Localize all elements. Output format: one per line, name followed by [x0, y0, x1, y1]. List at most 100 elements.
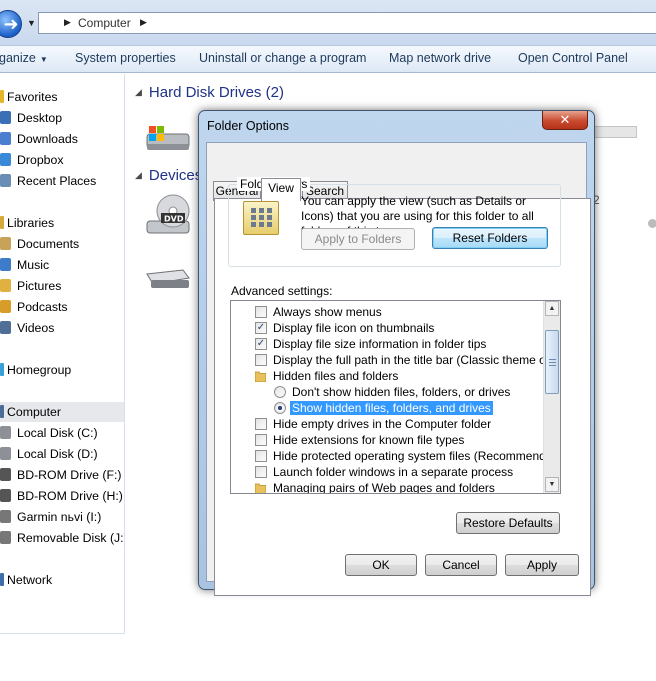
- close-icon: ✕: [559, 112, 571, 127]
- computer-icon: [0, 405, 4, 418]
- removable-drive-icon[interactable]: [143, 266, 193, 292]
- settings-row[interactable]: Don't show hidden files, folders, or dri…: [231, 384, 541, 400]
- collapse-triangle-icon[interactable]: ◢: [135, 170, 142, 180]
- sidebar-item-music[interactable]: Music: [0, 255, 124, 275]
- sidebar-item-garmin-n-vi-i[interactable]: Garmin nьvi (I:): [0, 507, 124, 527]
- address-input[interactable]: ▶ Computer ▶: [38, 12, 656, 34]
- settings-row[interactable]: Hide empty drives in the Computer folder: [231, 416, 541, 432]
- removable-drive-icon: [0, 510, 11, 523]
- partial-device-icon: [648, 219, 656, 228]
- libraries-icon: [0, 216, 4, 229]
- setting-label: Don't show hidden files, folders, or dri…: [292, 385, 511, 399]
- scroll-up-icon[interactable]: ▲: [545, 301, 559, 316]
- sidebar-item-videos[interactable]: Videos: [0, 318, 124, 338]
- dvd-drive-icon[interactable]: DVD: [143, 193, 195, 239]
- settings-row[interactable]: Launch folder windows in a separate proc…: [231, 464, 541, 480]
- setting-label: Launch folder windows in a separate proc…: [273, 465, 514, 479]
- settings-row[interactable]: Show hidden files, folders, and drives: [231, 400, 541, 416]
- folder-icon: [254, 370, 267, 383]
- sidebar-item-desktop[interactable]: Desktop: [0, 108, 124, 128]
- grip-line: [549, 365, 556, 366]
- uninstall-program-button[interactable]: Uninstall or change a program: [199, 51, 366, 65]
- sidebar-item-label: Pictures: [17, 279, 62, 293]
- breadcrumb-arrow-icon[interactable]: ▶: [64, 17, 71, 28]
- close-button[interactable]: ✕: [542, 111, 588, 130]
- sidebar-item-local-disk-c[interactable]: Local Disk (C:): [0, 423, 124, 443]
- sidebar-item-documents[interactable]: Documents: [0, 234, 124, 254]
- back-button[interactable]: ➜: [0, 10, 22, 38]
- settings-row[interactable]: Always show menus: [231, 304, 541, 320]
- section-hard-disk-drives[interactable]: ◢ Hard Disk Drives (2): [135, 84, 284, 101]
- sidebar-item-downloads[interactable]: Downloads: [0, 129, 124, 149]
- windows-drive-icon[interactable]: [143, 124, 193, 154]
- checkbox-checked[interactable]: ✓: [255, 322, 267, 334]
- scroll-down-icon[interactable]: ▼: [545, 477, 559, 492]
- sidebar-item-label: Podcasts: [17, 300, 68, 314]
- sidebar-item-pictures[interactable]: Pictures: [0, 276, 124, 296]
- sidebar-item-local-disk-d[interactable]: Local Disk (D:): [0, 444, 124, 464]
- sidebar-item-podcasts[interactable]: Podcasts: [0, 297, 124, 317]
- sidebar-item-favorites[interactable]: Favorites: [0, 87, 124, 107]
- sidebar-item-recent-places[interactable]: Recent Places: [0, 171, 124, 191]
- checkbox[interactable]: [255, 306, 267, 318]
- sidebar-item-removable-disk-j[interactable]: Removable Disk (J:): [0, 528, 124, 548]
- radio[interactable]: [274, 386, 286, 398]
- breadcrumb-computer[interactable]: Computer: [78, 16, 131, 30]
- settings-group-row[interactable]: Hidden files and folders: [231, 368, 541, 384]
- sidebar-item-dropbox[interactable]: Dropbox: [0, 150, 124, 170]
- sidebar-item-computer[interactable]: Computer: [0, 402, 124, 422]
- checkbox-checked[interactable]: ✓: [255, 338, 267, 350]
- removable-drive-icon: [0, 531, 11, 544]
- reset-folders-button[interactable]: Reset Folders: [432, 227, 548, 249]
- checkbox[interactable]: [255, 434, 267, 446]
- grid-icon: [251, 208, 272, 227]
- settings-row[interactable]: Hide protected operating system files (R…: [231, 448, 560, 464]
- advanced-settings-list[interactable]: Always show menus ✓ Display file icon on t…: [230, 300, 561, 494]
- map-network-drive-button[interactable]: Map network drive: [389, 51, 491, 65]
- sidebar-item-label: Music: [17, 258, 50, 272]
- settings-row[interactable]: Hide extensions for known file types: [231, 432, 541, 448]
- tab-view[interactable]: View: [261, 178, 301, 201]
- sidebar-item-bd-rom-drive-h-f[interactable]: BD-ROM Drive (H:) F: [0, 486, 124, 506]
- settings-group-row[interactable]: Managing pairs of Web pages and folders: [231, 480, 541, 493]
- setting-label: Hide empty drives in the Computer folder: [273, 417, 492, 431]
- navigation-pane: Favorites Desktop Downloads Dropbox Recent P…: [0, 74, 125, 634]
- section-title: Devices: [148, 167, 203, 184]
- sidebar-item-libraries[interactable]: Libraries: [0, 213, 124, 233]
- folder-icon: [254, 482, 267, 493]
- open-control-panel-button[interactable]: Open Control Panel: [518, 51, 628, 65]
- settings-row[interactable]: ✓ Display file size information in folder…: [231, 336, 541, 352]
- sidebar-item-bd-rom-drive-f-h[interactable]: BD-ROM Drive (F:) H: [0, 465, 124, 485]
- settings-row[interactable]: Display the full path in the title bar (…: [231, 352, 560, 368]
- system-properties-button[interactable]: System properties: [75, 51, 176, 65]
- checkbox[interactable]: [255, 450, 267, 462]
- history-dropdown-icon[interactable]: ▼: [27, 18, 36, 28]
- checkbox[interactable]: [255, 466, 267, 478]
- cancel-button[interactable]: Cancel: [425, 554, 497, 576]
- sidebar-item-label: Videos: [17, 321, 55, 335]
- collapse-triangle-icon[interactable]: ◢: [135, 87, 142, 97]
- breadcrumb-arrow-icon[interactable]: ▶: [140, 17, 147, 28]
- sidebar-item-label: Dropbox: [17, 153, 64, 167]
- organize-button[interactable]: ganize ▼: [0, 51, 48, 65]
- organize-label: ganize: [0, 51, 36, 65]
- star-icon: [0, 90, 4, 103]
- apply-button[interactable]: Apply: [505, 554, 579, 576]
- settings-row[interactable]: ✓ Display file icon on thumbnails: [231, 320, 541, 336]
- videos-icon: [0, 321, 11, 334]
- settings-scrollbar[interactable]: ▲ ▼: [543, 301, 560, 493]
- dropbox-icon: [0, 153, 11, 166]
- setting-label: Hide extensions for known file types: [273, 433, 465, 447]
- ok-button[interactable]: OK: [345, 554, 417, 576]
- checkbox[interactable]: [255, 418, 267, 430]
- sidebar-item-network[interactable]: Network: [0, 570, 124, 590]
- radio-selected[interactable]: [274, 402, 286, 414]
- apply-to-folders-button[interactable]: Apply to Folders: [301, 228, 415, 250]
- sidebar-item-homegroup[interactable]: Homegroup: [0, 360, 124, 380]
- sidebar-item-label: Recent Places: [17, 174, 97, 188]
- restore-defaults-button[interactable]: Restore Defaults: [456, 512, 560, 534]
- section-devices[interactable]: ◢ Devices: [135, 167, 202, 184]
- checkbox[interactable]: [255, 354, 267, 366]
- scroll-thumb[interactable]: [545, 330, 559, 394]
- advanced-settings-label: Advanced settings:: [231, 284, 333, 298]
